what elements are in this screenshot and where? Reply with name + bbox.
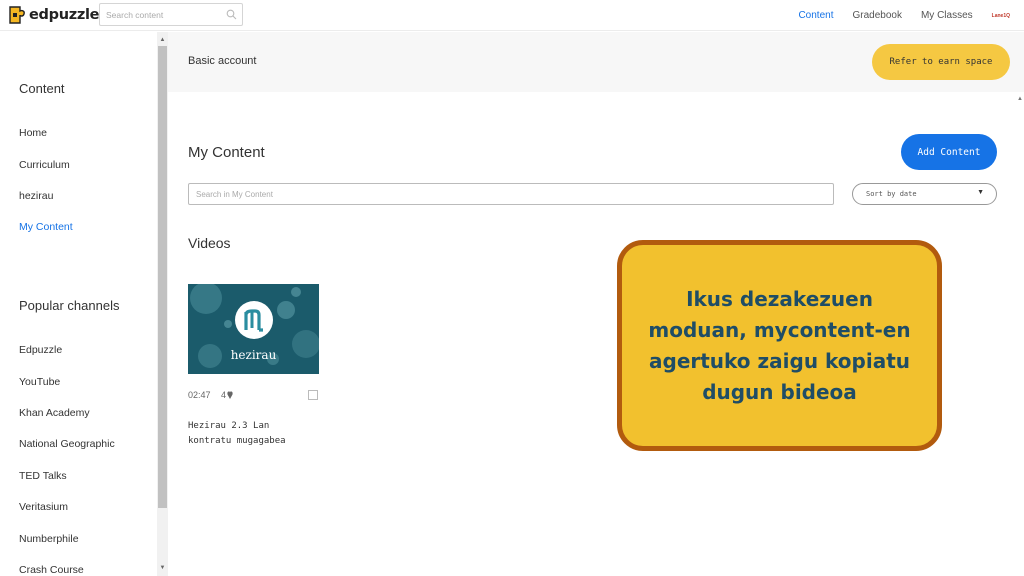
video-title[interactable]: Hezirau 2.3 Lan kontratu mugagabea [188,419,328,449]
edpuzzle-logo[interactable]: edpuzzle [8,4,100,26]
sidebar-item-edpuzzle[interactable]: Edpuzzle [19,344,62,356]
scroll-down-arrow-icon[interactable]: ▼ [158,563,167,573]
sidebar-scrollbar-thumb[interactable] [158,46,167,508]
sidebar-item-curriculum[interactable]: Curriculum [19,159,70,171]
nav-content[interactable]: Content [798,10,833,21]
sidebar-heading-content: Content [19,81,65,96]
account-bar: Basic account Refer to earn space [168,32,1024,92]
sidebar-item-khan-academy[interactable]: Khan Academy [19,407,90,419]
logo-text: edpuzzle [29,7,100,23]
main-scrollbar[interactable]: ▲ [1017,92,1024,576]
sidebar-item-national-geographic[interactable]: National Geographic [19,438,115,450]
sidebar-item-crash-course[interactable]: Crash Course [19,564,84,576]
account-label: Basic account [188,55,257,67]
chevron-down-icon: ▼ [977,189,984,196]
search-input[interactable] [106,7,224,22]
video-card[interactable]: hezirau 02:47 4 Hezirau 2.3 Lan kontratu… [188,284,319,446]
video-duration: 02:47 [188,390,211,400]
sidebar-item-ted-talks[interactable]: TED Talks [19,470,67,482]
sidebar-item-home[interactable]: Home [19,127,47,139]
sidebar-item-veritasium[interactable]: Veritasium [19,501,68,513]
sidebar: Content Home Curriculum hezirau My Conte… [0,32,158,576]
videos-heading: Videos [188,235,231,251]
page-title: My Content [188,144,265,161]
sidebar-item-my-content[interactable]: My Content [19,221,73,233]
sort-dropdown[interactable]: Sort by date ▼ [852,183,997,205]
callout-text: Ikus dezakezuen moduan, mycontent-en age… [648,286,911,404]
my-content-search-input[interactable] [196,187,816,201]
annotation-callout: Ikus dezakezuen moduan, mycontent-en age… [617,240,942,451]
sidebar-item-numberphile[interactable]: Numberphile [19,533,79,545]
video-meta: 02:47 4 [188,390,233,400]
sidebar-heading-channels: Popular channels [19,298,120,313]
sidebar-item-youtube[interactable]: YouTube [19,376,60,388]
scroll-up-arrow-icon[interactable]: ▲ [158,35,167,45]
nav-gradebook[interactable]: Gradebook [852,10,901,21]
heart-icon [227,391,233,399]
nav-my-classes[interactable]: My Classes [921,10,973,21]
main-scroll-up-icon[interactable]: ▲ [1017,96,1023,102]
sort-selected-value: Sort by date [866,190,917,198]
video-thumbnail[interactable]: hezirau [188,284,319,374]
video-likes-count: 4 [221,390,227,400]
top-nav: Content Gradebook My Classes Lane1Q [798,0,1010,31]
search-icon[interactable] [226,9,237,20]
video-title-line-1: Hezirau 2.3 Lan [188,421,270,431]
thumbnail-caption: hezirau [230,348,277,362]
video-select-checkbox[interactable] [308,390,318,400]
refer-to-earn-space-button[interactable]: Refer to earn space [872,44,1010,80]
video-title-line-2: kontratu mugagabea [188,436,286,446]
top-bar: edpuzzle Content Gradebook My Classes La… [0,0,1024,31]
search-box[interactable] [99,3,243,26]
my-content-search[interactable] [188,183,834,205]
add-content-button[interactable]: Add Content [901,134,997,170]
sidebar-item-hezirau[interactable]: hezirau [19,190,53,202]
user-menu[interactable]: Lane1Q [992,13,1010,19]
puzzle-logo-icon [9,6,25,24]
